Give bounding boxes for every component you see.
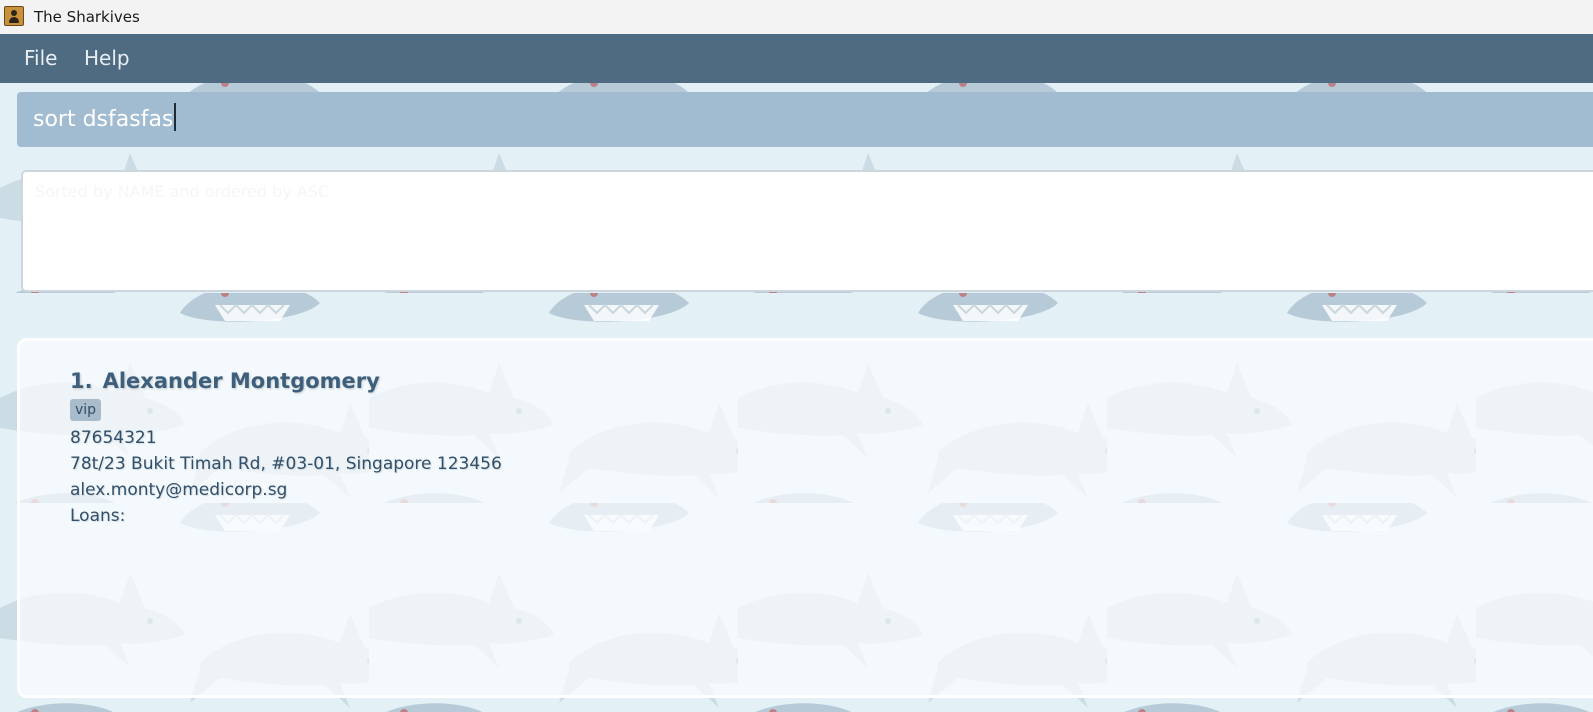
- menu-bar: File Help: [0, 34, 1593, 83]
- command-box[interactable]: [17, 92, 1593, 147]
- person-address: 78t/23 Bukit Timah Rd, #03-01, Singapore…: [70, 454, 502, 474]
- window-title: The Sharkives: [34, 8, 140, 26]
- text-cursor: [174, 103, 177, 131]
- person-phone: 87654321: [70, 428, 157, 448]
- person-loans-label: Loans:: [70, 506, 126, 526]
- person-tag: vip: [70, 399, 102, 421]
- person-name-row: 1. Alexander Montgomery: [70, 369, 502, 393]
- command-input[interactable]: [33, 104, 1533, 134]
- person-index: 1.: [70, 369, 93, 393]
- person-name: Alexander Montgomery: [102, 369, 380, 393]
- result-display: Sorted by NAME and ordered by ASC: [21, 170, 1593, 292]
- contacts-book-icon: [4, 6, 24, 26]
- result-message: Sorted by NAME and ordered by ASC: [35, 182, 330, 201]
- menu-help[interactable]: Help: [84, 46, 130, 70]
- window-titlebar: The Sharkives: [0, 0, 1593, 34]
- menu-file[interactable]: File: [24, 46, 57, 70]
- person-email: alex.monty@medicorp.sg: [70, 480, 288, 500]
- person-card[interactable]: 1. Alexander Montgomery vip 87654321 78t/…: [70, 369, 502, 529]
- person-list-panel[interactable]: 1. Alexander Montgomery vip 87654321 78t/…: [17, 338, 1593, 698]
